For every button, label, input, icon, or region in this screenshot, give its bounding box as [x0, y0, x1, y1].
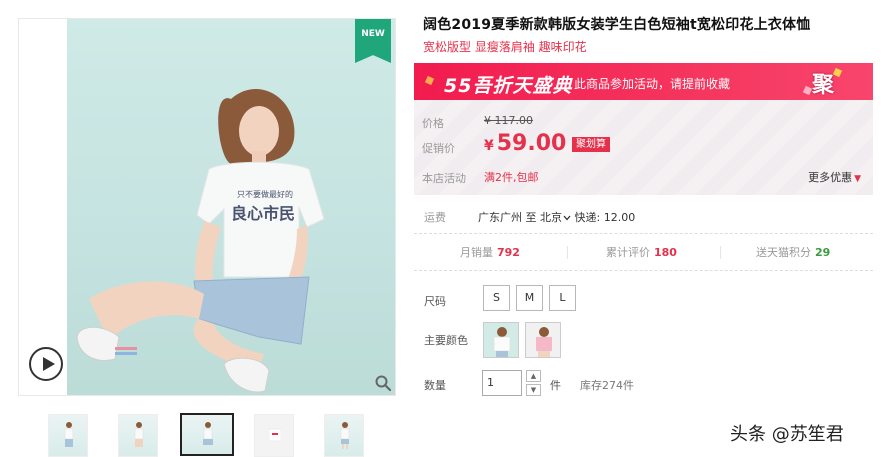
confetti-decoration [832, 67, 843, 78]
zoom-icon[interactable] [374, 374, 392, 392]
tmall-points-value: 29 [815, 246, 831, 259]
more-offers-link[interactable]: 更多优惠 ▼ [808, 169, 861, 185]
shop-activity-value[interactable]: 满2件,包邮 [484, 169, 539, 185]
main-product-image[interactable]: 只不要做最好的 良心市民 NEW [18, 18, 396, 396]
watermark: 头条 @苏笙君 [730, 424, 844, 445]
product-subtitle: 宽松版型 显瘦落肩袖 趣味印花 [423, 40, 587, 54]
shipping-method: 快递: 12.00 [574, 211, 636, 224]
white-shirt-thumbnail [493, 327, 511, 357]
tmall-points-label: 送天猫积分 [756, 246, 811, 259]
monthly-sales-label: 月销量 [460, 246, 493, 259]
quantity-decrement-button[interactable]: ▼ [526, 384, 541, 396]
destination-value: 北京 [540, 211, 562, 224]
promo-price-label: 促销价 [422, 142, 455, 155]
confetti-decoration [802, 85, 813, 96]
stat-separator [720, 246, 721, 259]
size-label: 尺码 [424, 295, 446, 308]
thumbnail-4[interactable] [254, 414, 294, 457]
original-price: ¥ 117.00 [484, 114, 533, 127]
review-count-label: 累计评价 [606, 246, 650, 259]
confetti-decoration [424, 75, 435, 86]
sales-stats: 月销量 792 累计评价 180 送天猫积分 29 [414, 244, 873, 264]
shipping-info: 广东广州 至 北京 快递: 12.00 [478, 209, 635, 225]
ju-badge: 聚 [812, 73, 835, 98]
more-offers-label: 更多优惠 [808, 171, 853, 184]
color-swatch-pink[interactable] [525, 322, 561, 358]
shirt-print-line1: 只不要做最好的 [237, 189, 293, 199]
juhuasuan-tag: 聚划算 [572, 137, 610, 152]
thumbnail-2[interactable] [118, 414, 158, 457]
thumbnail-1[interactable] [48, 414, 88, 457]
quantity-unit: 件 [550, 379, 561, 392]
quantity-increment-button[interactable]: ▲ [526, 370, 541, 382]
stat-separator [567, 246, 568, 259]
review-count-value: 180 [654, 246, 677, 259]
promo-logo: 55吾折天盛典 [444, 75, 573, 97]
shipping-label: 运费 [424, 211, 446, 224]
quantity-input[interactable]: 1 [482, 370, 522, 396]
video-play-button[interactable] [29, 347, 63, 381]
review-count[interactable]: 累计评价 180 [606, 244, 677, 260]
shipping-origin: 广东广州 [478, 211, 522, 224]
monthly-sales-value: 792 [497, 246, 520, 259]
promo-price-value: 59.00 [496, 131, 567, 156]
chevron-down-icon [563, 215, 571, 221]
currency-symbol: ¥ [484, 138, 494, 154]
shirt-print-line2: 良心市民 [231, 204, 295, 223]
chevron-down-icon: ▼ [854, 174, 861, 184]
color-swatch-white[interactable] [483, 322, 519, 358]
product-title: 阔色2019夏季新款韩版女装学生白色短袖t宽松印花上衣体恤 [423, 17, 811, 33]
monthly-sales: 月销量 792 [460, 244, 520, 260]
tmall-points: 送天猫积分 29 [756, 244, 830, 260]
pink-shirt-thumbnail [536, 327, 552, 357]
color-label: 主要颜色 [424, 334, 468, 347]
thumbnail-3[interactable] [180, 413, 234, 456]
price-panel: 价格 ¥ 117.00 促销价 ¥59.00 聚划算 本店活动 满2件,包邮 更… [414, 100, 873, 195]
original-price-label: 价格 [422, 117, 444, 130]
size-option-m[interactable]: M [516, 285, 543, 311]
thumbnail-5[interactable] [324, 414, 364, 457]
quantity-label: 数量 [424, 379, 446, 392]
promo-banner[interactable]: 55吾折天盛典 此商品参加活动，请提前收藏 聚 [414, 63, 873, 100]
shop-activity-label: 本店活动 [422, 172, 466, 185]
promo-price: ¥59.00 [484, 131, 566, 156]
shipping-to: 至 [525, 211, 537, 224]
promo-text: 此商品参加活动，请提前收藏 [574, 77, 731, 91]
model-illustration: 只不要做最好的 良心市民 [76, 88, 325, 393]
size-option-s[interactable]: S [483, 285, 510, 311]
destination-select[interactable]: 北京 [540, 211, 571, 225]
divider [414, 233, 873, 234]
size-option-l[interactable]: L [549, 285, 576, 311]
stock-count: 库存274件 [580, 379, 634, 392]
divider [414, 270, 873, 271]
